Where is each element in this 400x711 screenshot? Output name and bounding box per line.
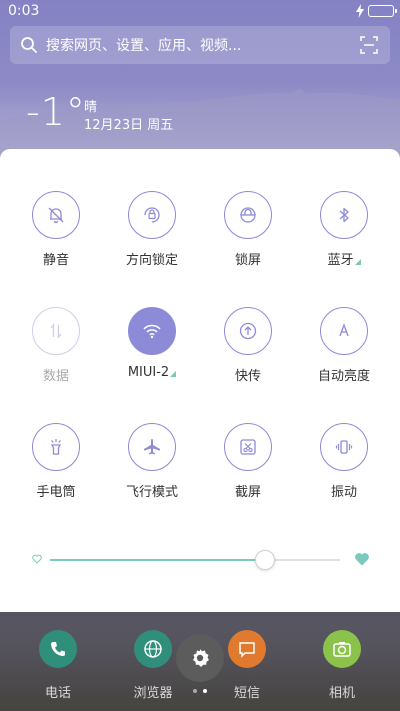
brightness-fill: [50, 559, 265, 561]
dock-label-browser: 浏览器: [133, 686, 173, 701]
tile-screenshot-button[interactable]: [224, 423, 272, 471]
tile-airplane-mode-button[interactable]: [128, 423, 176, 471]
charging-icon: [356, 4, 364, 18]
search-icon: [21, 37, 37, 53]
more-indicator-icon: [170, 371, 177, 377]
tile-bluetooth[interactable]: 蓝牙: [294, 191, 394, 268]
dock-app-phone[interactable]: 电话: [18, 630, 98, 701]
tile-bluetooth-label: 蓝牙: [294, 249, 394, 268]
tile-vibrate-label: 振动: [330, 485, 357, 500]
tile-mobile-data-label: 数据: [42, 369, 69, 384]
tile-airplane-mode-label: 飞行模式: [125, 485, 178, 500]
tile-lock-screen-button[interactable]: [224, 191, 272, 239]
weather-temperature: -1°: [26, 90, 86, 134]
tile-mute-button[interactable]: [32, 191, 80, 239]
tile-wifi-label: MIUI-2: [102, 365, 202, 380]
status-bar: 0:03: [0, 0, 400, 24]
quick-settings-panel: 静音 方向锁定 锁屏 蓝牙 数据 MIUI-2 快传 自动亮度 手电筒 飞行模式…: [0, 149, 400, 612]
phone-icon[interactable]: [39, 630, 77, 668]
tile-auto-brightness[interactable]: 自动亮度: [294, 307, 394, 384]
camera-icon[interactable]: [323, 630, 361, 668]
flashlight-icon: [50, 439, 62, 455]
tile-flashlight-button[interactable]: [32, 423, 80, 471]
tile-wifi[interactable]: MIUI-2: [102, 307, 202, 380]
tile-quick-transfer-button[interactable]: [224, 307, 272, 355]
brightness-slider[interactable]: [30, 550, 370, 571]
gear-icon: [193, 649, 209, 667]
brightness-thumb[interactable]: [254, 550, 275, 570]
rotation-lock-icon: [144, 207, 160, 223]
tile-rotation-lock[interactable]: 方向锁定: [102, 191, 202, 268]
brightness-low-icon: [32, 554, 42, 564]
tile-screenshot[interactable]: 截屏: [198, 423, 298, 500]
tile-airplane-mode[interactable]: 飞行模式: [102, 423, 202, 500]
screenshot-icon: [240, 439, 256, 455]
wifi-icon: [143, 324, 161, 339]
battery-icon: [368, 5, 397, 17]
lock-icon: [240, 207, 256, 223]
tile-lock-screen-label: 锁屏: [234, 253, 261, 268]
dock-label-camera: 相机: [328, 686, 355, 701]
tile-lock-screen[interactable]: 锁屏: [198, 191, 298, 268]
tile-mobile-data[interactable]: 数据: [6, 307, 106, 384]
tile-rotation-lock-button[interactable]: [128, 191, 176, 239]
tile-rotation-lock-label: 方向锁定: [125, 253, 178, 268]
brightness-high-icon: [355, 553, 369, 566]
status-time: 0:03: [8, 3, 40, 19]
tile-mute-label: 静音: [42, 253, 69, 268]
dock-app-camera[interactable]: 相机: [302, 630, 382, 701]
scan-icon[interactable]: [360, 36, 378, 54]
tile-mobile-data-button[interactable]: [32, 307, 80, 355]
browser-icon[interactable]: [134, 630, 172, 668]
tile-vibrate-button[interactable]: [320, 423, 368, 471]
weather-condition: 晴: [84, 100, 98, 115]
message-icon[interactable]: [228, 630, 266, 668]
tile-flashlight-label: 手电筒: [36, 485, 76, 500]
tile-quick-transfer[interactable]: 快传: [198, 307, 298, 384]
settings-button[interactable]: [176, 634, 224, 682]
page-dot-active: [203, 689, 207, 693]
bluetooth-icon: [339, 207, 349, 223]
tile-mute[interactable]: 静音: [6, 191, 106, 268]
tile-flashlight[interactable]: 手电筒: [6, 423, 106, 500]
mobile-data-icon: [50, 323, 62, 339]
search-input[interactable]: 搜索网页、设置、应用、视频...: [46, 35, 241, 55]
auto-brightness-icon: [339, 323, 349, 337]
dock-label-phone: 电话: [44, 686, 71, 701]
search-box[interactable]: 搜索网页、设置、应用、视频...: [10, 26, 390, 64]
brightness-track[interactable]: [50, 550, 340, 570]
page-dot: [193, 689, 197, 693]
tile-wifi-button[interactable]: [128, 307, 176, 355]
page-indicator: [193, 689, 207, 693]
quick-transfer-icon: [239, 322, 257, 340]
tile-bluetooth-button[interactable]: [320, 191, 368, 239]
bell-off-icon: [48, 207, 64, 224]
tile-auto-brightness-button[interactable]: [320, 307, 368, 355]
more-indicator-icon: [354, 259, 361, 265]
weather-date: 12月23日 周五: [84, 118, 174, 133]
airplane-icon: [144, 439, 160, 455]
tile-quick-transfer-label: 快传: [234, 369, 261, 384]
tile-screenshot-label: 截屏: [234, 485, 261, 500]
tile-auto-brightness-label: 自动亮度: [317, 369, 370, 384]
dock-label-messages: 短信: [233, 686, 260, 701]
vibrate-icon: [335, 440, 353, 454]
tile-vibrate[interactable]: 振动: [294, 423, 394, 500]
